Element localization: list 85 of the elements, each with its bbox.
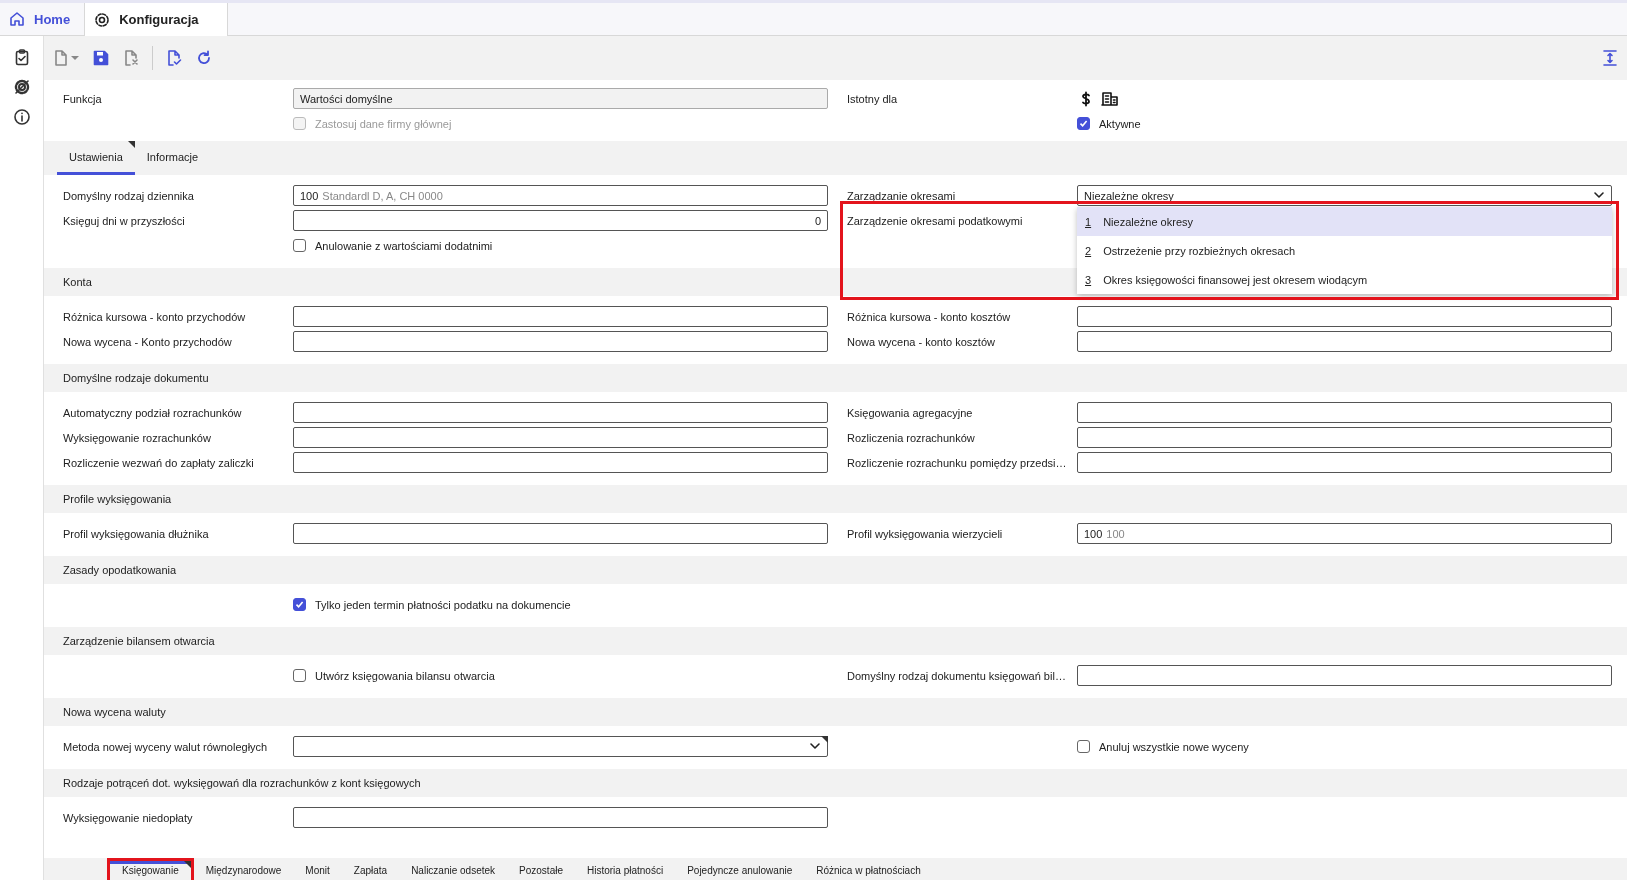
checkbox-label: Tylko jeden termin płatności podatku na dokumencie [315, 598, 571, 611]
building-icon [1101, 89, 1119, 108]
field-label: Domyślny rodzaj dokumentu księgowań bil… [847, 669, 1067, 682]
field-label: Zarządzanie okresami [847, 189, 957, 202]
checkbox-label: Utwórz księgowania bilansu otwarcia [315, 669, 495, 682]
check-icon [1079, 119, 1088, 128]
save-icon[interactable] [92, 49, 110, 67]
tab[interactable]: Historia płatności [575, 858, 676, 880]
field-label: Automatyczny podział rozrachunków [63, 406, 243, 419]
input-field[interactable] [293, 807, 828, 828]
checkbox[interactable] [1077, 740, 1090, 753]
checkbox-label: Anuluj wszystkie nowe wyceny [1099, 740, 1249, 753]
tab[interactable]: Home [0, 3, 85, 35]
field-label: Wyksięgowanie niedopłaty [63, 811, 194, 824]
tab[interactable]: Różnica w płatnościach [804, 858, 933, 880]
field-label: Rozliczenie wezwań do zapłaty zaliczki [63, 456, 255, 469]
input-field[interactable] [1077, 665, 1612, 686]
info-icon[interactable] [12, 108, 31, 126]
field-label: Księguj dni w przyszłości [63, 214, 186, 227]
section-header: Nowa wycena waluty [44, 698, 1627, 726]
settings-icon [93, 10, 112, 29]
field-label: Metoda nowej wyceny walut równoległych [63, 740, 269, 753]
input-field[interactable] [293, 306, 828, 327]
checkbox[interactable] [293, 669, 306, 682]
field-label: Różnica kursowa - konto kosztów [847, 310, 1012, 323]
tab[interactable]: Konfiguracja [84, 3, 228, 36]
input-field[interactable] [293, 427, 828, 448]
input-field[interactable]: 0 [293, 210, 828, 231]
checkbox-label: Zastosuj dane firmy głównej [315, 117, 452, 130]
refresh-icon[interactable] [195, 49, 213, 67]
tab[interactable]: Pojedyncze anulowanie [675, 858, 805, 880]
input-field[interactable] [1077, 452, 1612, 473]
field-label: Nowa wycena - konto kosztów [847, 335, 996, 348]
tab[interactable]: Monit [293, 858, 342, 880]
gear-icon[interactable] [12, 78, 31, 96]
field-label: Funkcja [63, 92, 103, 105]
field-label: Księgowania agregacyjne [847, 406, 974, 419]
checkbox[interactable] [1077, 117, 1090, 130]
field-label: Domyślny rodzaj dziennika [63, 189, 195, 202]
input-field[interactable] [293, 402, 828, 423]
field-label: Nowa wycena - Konto przychodów [63, 335, 233, 348]
field-label: Rozliczenie rozrachunku pomiędzy przedsi… [847, 456, 1068, 469]
menu-option[interactable]: 2 Ostrzeżenie przy rozbieżnych okresach [1077, 236, 1612, 265]
field-label: Rozliczenia rozrachunków [847, 431, 976, 444]
field-label: Zarządzenie okresami podatkowymi [847, 214, 1024, 227]
input-field[interactable] [293, 452, 828, 473]
tab[interactable]: Międzynarodowe [193, 858, 294, 880]
section-header: Domyślne rodzaje dokumentu [44, 364, 1627, 392]
field-label: Wyksięgowanie rozrachunków [63, 431, 212, 444]
input-field[interactable] [293, 523, 828, 544]
tab[interactable]: Naliczanie odsetek [399, 858, 508, 880]
input-field[interactable]: 100 100 [1077, 523, 1612, 544]
tab[interactable]: Zapłata [341, 858, 400, 880]
input-field[interactable] [1077, 427, 1612, 448]
tab[interactable]: Księgowanie [107, 858, 194, 880]
delete-document-icon[interactable] [122, 49, 140, 67]
field-label: Profil wyksięgowania wierzycieli [847, 527, 1004, 540]
dropdown-field[interactable] [293, 736, 828, 757]
menu-option[interactable]: 3 Okres księgowości finansowej jest okresem wiodącym [1077, 265, 1612, 294]
section-header: Profile wyksięgowania [44, 485, 1627, 513]
section-header: Zasady opodatkowania [44, 556, 1627, 584]
field-label: Profil wyksięgowania dłużnika [63, 527, 210, 540]
document-check-icon[interactable] [165, 49, 183, 67]
input-field[interactable] [1077, 402, 1612, 423]
tab[interactable]: Ustawienia [57, 141, 135, 175]
input-field[interactable] [1077, 306, 1612, 327]
checkbox-label: Aktywne [1099, 117, 1141, 130]
section-header: Rodzaje potrąceń dot. wyksięgowań dla rozrachunków z kont księgowych [44, 769, 1627, 797]
input-field[interactable] [1077, 331, 1612, 352]
checkbox[interactable] [293, 239, 306, 252]
new-document-icon[interactable] [52, 49, 70, 67]
field-label: Istotny dla [847, 92, 899, 105]
expand-icon[interactable] [1601, 49, 1619, 67]
field-label: Różnica kursowa - konto przychodów [63, 310, 247, 323]
input-field[interactable] [293, 331, 828, 352]
checkbox[interactable] [293, 598, 306, 611]
input-field[interactable]: Wartości domyślne [293, 88, 828, 109]
section-header: Zarządzenie bilansem otwarcia [44, 627, 1627, 655]
check-icon [295, 600, 304, 609]
menu-option[interactable]: 1 Niezależne okresy [1077, 207, 1612, 236]
tab[interactable]: Informacje [134, 141, 211, 175]
home-icon [8, 10, 26, 28]
checkbox-label: Anulowanie z wartościami dodatnimi [315, 239, 493, 252]
input-field[interactable]: 100 Standardl D, A, CH 0000 [293, 185, 828, 206]
tab[interactable]: Pozostałe [507, 858, 575, 880]
